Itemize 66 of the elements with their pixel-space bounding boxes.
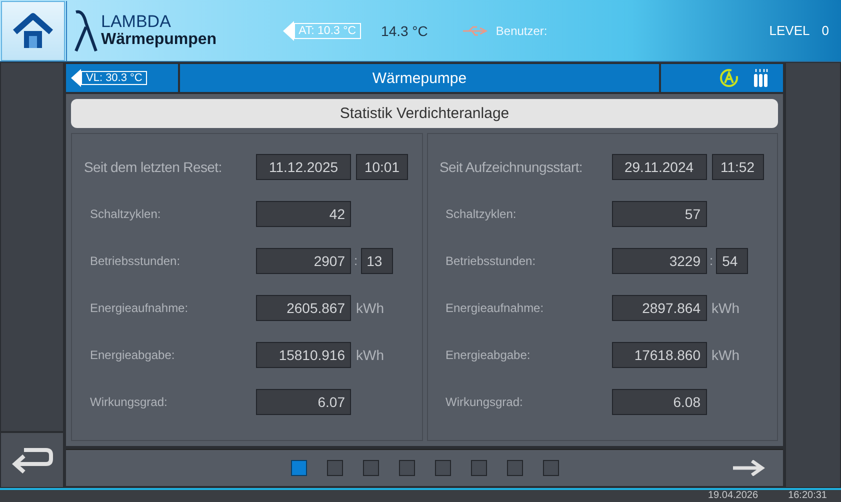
auto-mode-icon bbox=[719, 68, 739, 88]
brand-name: LAMBDA bbox=[101, 12, 172, 32]
room-temperature: 14.3 °C bbox=[381, 22, 428, 38]
value-field: 2897.864 bbox=[612, 294, 706, 320]
stat-label: Betriebsstunden: bbox=[89, 254, 182, 268]
value-field: 6.08 bbox=[612, 388, 706, 414]
stat-label: Betriebsstunden: bbox=[444, 254, 537, 268]
usb-icon bbox=[462, 26, 488, 36]
stat-label: Energieabgabe: bbox=[444, 348, 532, 362]
stat-label: Schaltzyklen: bbox=[89, 206, 162, 220]
page-indicator[interactable] bbox=[398, 460, 414, 476]
home-button[interactable] bbox=[1, 0, 65, 60]
value-field: 15810.916 bbox=[256, 342, 351, 368]
left-triangle-icon bbox=[282, 20, 294, 40]
unit-label: kWh bbox=[712, 346, 740, 362]
minutes-field: 13 bbox=[360, 248, 393, 274]
user-label: Benutzer: bbox=[496, 24, 548, 38]
stat-label: Wirkungsgrad: bbox=[444, 394, 524, 408]
minutes-field: 54 bbox=[716, 248, 748, 274]
stat-label: Energieaufnahme: bbox=[444, 300, 545, 314]
value-field: 3229 bbox=[612, 248, 706, 274]
level-label: LEVEL bbox=[769, 23, 810, 38]
value-field: 2605.867 bbox=[256, 294, 351, 320]
value-field: 57 bbox=[612, 200, 706, 226]
page-indicator[interactable] bbox=[290, 460, 306, 476]
lambda-icon bbox=[73, 8, 99, 52]
value-field: 2907 bbox=[256, 248, 351, 274]
section-title: Statistik Verdichteranlage bbox=[71, 99, 778, 128]
page-indicator[interactable] bbox=[326, 460, 342, 476]
back-button[interactable] bbox=[0, 432, 64, 488]
page-indicator[interactable] bbox=[434, 460, 450, 476]
colon-separator: : bbox=[710, 253, 714, 268]
date-field: 29.11.2024 bbox=[612, 154, 706, 180]
level-value: 0 bbox=[822, 23, 829, 38]
status-date: 19.04.2026 bbox=[708, 490, 758, 502]
stat-label: Energieabgabe: bbox=[89, 348, 176, 362]
unit-label: kWh bbox=[356, 300, 384, 316]
radiator-icon bbox=[753, 68, 769, 88]
colon-separator: : bbox=[354, 253, 358, 268]
right-arrow-icon bbox=[733, 460, 765, 476]
status-time: 16:20:31 bbox=[788, 490, 827, 502]
next-button[interactable] bbox=[733, 460, 765, 479]
period-label: Seit dem letzten Reset: bbox=[84, 158, 223, 174]
time-field: 11:52 bbox=[712, 154, 764, 180]
page-title: Wärmepumpe bbox=[180, 64, 659, 92]
house-icon bbox=[12, 12, 54, 50]
return-arrow-icon bbox=[10, 446, 54, 474]
period-label: Seit Aufzeichnungsstart: bbox=[440, 158, 584, 174]
stat-label: Energieaufnahme: bbox=[89, 300, 190, 314]
time-field: 10:01 bbox=[356, 154, 408, 180]
page-indicator[interactable] bbox=[362, 460, 378, 476]
outdoor-temperature: AT: 10.3 °C bbox=[294, 22, 362, 38]
stat-label: Schaltzyklen: bbox=[444, 206, 518, 220]
unit-label: kWh bbox=[712, 300, 740, 316]
date-field: 11.12.2025 bbox=[256, 154, 351, 180]
brand-subtitle: Wärmepumpen bbox=[101, 31, 217, 50]
value-field: 42 bbox=[256, 200, 351, 226]
flow-temperature: VL: 30.3 °C bbox=[81, 71, 148, 85]
page-indicator[interactable] bbox=[506, 460, 522, 476]
value-field: 17618.860 bbox=[612, 342, 706, 368]
page-indicator[interactable] bbox=[470, 460, 486, 476]
value-field: 6.07 bbox=[256, 388, 351, 414]
left-triangle-icon bbox=[71, 69, 81, 87]
unit-label: kWh bbox=[356, 346, 384, 362]
stat-label: Wirkungsgrad: bbox=[89, 394, 168, 408]
page-indicator[interactable] bbox=[542, 460, 558, 476]
